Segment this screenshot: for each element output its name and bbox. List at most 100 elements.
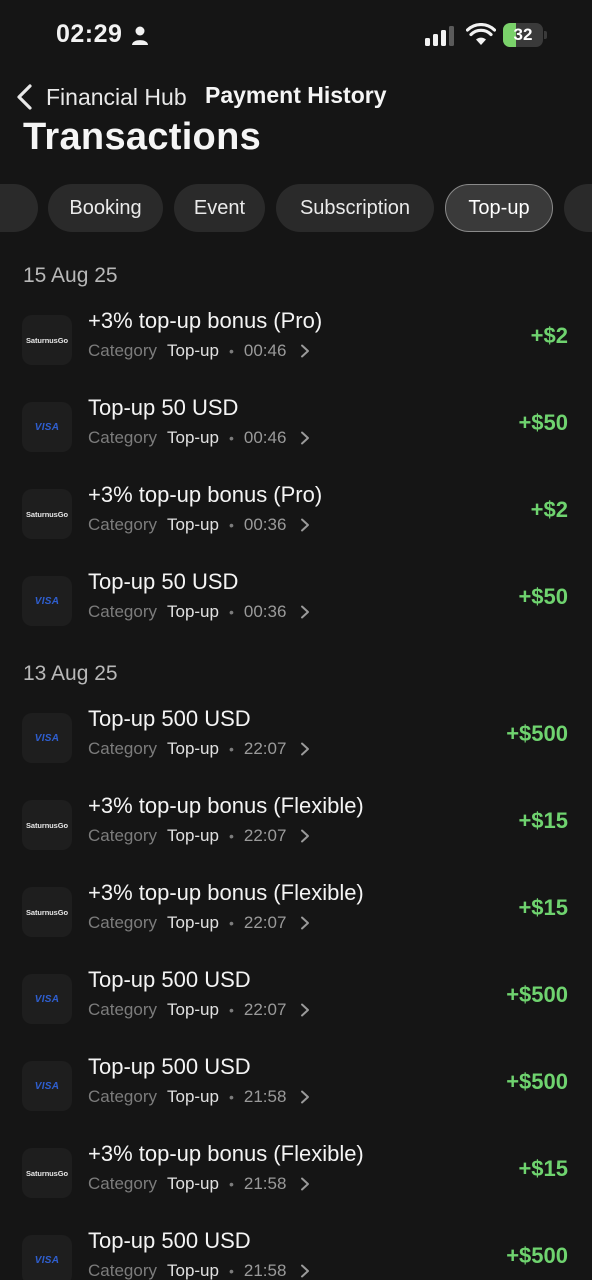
category-value: Top-up [166, 739, 219, 758]
category-value: Top-up [166, 826, 219, 845]
transaction-title: +3% top-up bonus (Flexible) [88, 1141, 364, 1166]
transaction-amount: +$50 [518, 410, 568, 435]
category-value: Top-up [166, 913, 219, 932]
transaction-title: +3% top-up bonus (Flexible) [88, 793, 364, 818]
transaction-time: 00:36 [243, 602, 287, 621]
transaction-amount: +$15 [518, 1156, 568, 1181]
transaction-amount: +$500 [506, 1069, 568, 1094]
merchant-logo: VISA [22, 713, 72, 763]
chevron-right-icon [301, 518, 310, 532]
transaction-row[interactable]: VISA Top-up 50 USD Category Top-up • 00:… [0, 566, 592, 636]
transaction-time: 00:46 [243, 428, 287, 447]
transaction-title: Top-up 500 USD [88, 1054, 251, 1079]
transaction-title: Top-up 500 USD [88, 706, 251, 731]
battery-indicator: 32 [503, 23, 547, 47]
chevron-left-icon [17, 84, 32, 110]
transaction-row[interactable]: SaturnusGo +3% top-up bonus (Flexible) C… [0, 1138, 592, 1208]
category-label: Category [88, 1087, 157, 1106]
section-date: 15 Aug 25 [23, 264, 118, 287]
category-label: Category [88, 913, 157, 932]
person-icon [132, 26, 148, 45]
transaction-time: 21:58 [243, 1261, 287, 1280]
transaction-meta: Category Top-up • 21:58 [88, 1087, 310, 1107]
category-label: Category [88, 515, 157, 534]
transaction-meta: Category Top-up • 22:07 [88, 1000, 310, 1020]
transaction-title: +3% top-up bonus (Pro) [88, 308, 323, 333]
status-bar: 02:29 32 [0, 0, 592, 70]
merchant-logo: VISA [22, 1235, 72, 1280]
merchant-logo: VISA [22, 974, 72, 1024]
category-label: Category [88, 1174, 157, 1193]
category-value: Top-up [166, 1174, 219, 1193]
merchant-logo: SaturnusGo [22, 800, 72, 850]
category-label: Category [88, 341, 157, 360]
transaction-amount: +$2 [530, 497, 568, 522]
merchant-logo: SaturnusGo [22, 887, 72, 937]
filter-chip-hidden-left[interactable] [0, 184, 38, 232]
merchant-logo: SaturnusGo [22, 489, 72, 539]
merchant-logo: SaturnusGo [22, 1148, 72, 1198]
nav-title: Payment History [205, 82, 387, 108]
chevron-right-icon [301, 916, 310, 930]
transaction-meta: Category Top-up • 22:07 [88, 913, 310, 933]
transaction-row[interactable]: VISA Top-up 500 USD Category Top-up • 21… [0, 1051, 592, 1121]
merchant-logo: VISA [22, 576, 72, 626]
transaction-row[interactable]: SaturnusGo +3% top-up bonus (Pro) Catego… [0, 305, 592, 375]
transaction-amount: +$500 [506, 1243, 568, 1268]
transaction-meta: Category Top-up • 22:07 [88, 826, 310, 846]
category-value: Top-up [166, 602, 219, 621]
transaction-row[interactable]: VISA Top-up 500 USD Category Top-up • 22… [0, 703, 592, 773]
chevron-right-icon [301, 1003, 310, 1017]
chevron-right-icon [301, 1264, 310, 1278]
merchant-logo: SaturnusGo [22, 315, 72, 365]
transaction-time: 00:36 [243, 515, 287, 534]
filter-chip-bar[interactable]: Booking Event Subscription Top-up [0, 184, 592, 234]
transaction-amount: +$50 [518, 584, 568, 609]
transaction-amount: +$2 [530, 323, 568, 348]
transaction-title: Top-up 500 USD [88, 967, 251, 992]
page-title: Transactions [23, 116, 262, 158]
transaction-title: Top-up 50 USD [88, 569, 239, 594]
filter-chip-hidden-right[interactable] [564, 184, 592, 232]
category-value: Top-up [166, 1261, 219, 1280]
transaction-meta: Category Top-up • 22:07 [88, 739, 310, 759]
transaction-row[interactable]: VISA Top-up 500 USD Category Top-up • 22… [0, 964, 592, 1034]
transaction-time: 00:46 [243, 341, 287, 360]
filter-chip-subscription[interactable]: Subscription [276, 184, 434, 232]
category-value: Top-up [166, 1000, 219, 1019]
wifi-icon [466, 23, 496, 45]
chevron-right-icon [301, 431, 310, 445]
category-label: Category [88, 1000, 157, 1019]
transaction-row[interactable]: SaturnusGo +3% top-up bonus (Flexible) C… [0, 877, 592, 947]
merchant-logo: VISA [22, 402, 72, 452]
category-value: Top-up [166, 515, 219, 534]
category-label: Category [88, 739, 157, 758]
filter-chip-event[interactable]: Event [174, 184, 265, 232]
chevron-right-icon [301, 605, 310, 619]
transaction-row[interactable]: VISA Top-up 500 USD Category Top-up • 21… [0, 1225, 592, 1280]
chevron-right-icon [301, 1090, 310, 1104]
category-value: Top-up [166, 428, 219, 447]
transaction-meta: Category Top-up • 00:36 [88, 602, 310, 622]
filter-chip-booking[interactable]: Booking [48, 184, 163, 232]
category-label: Category [88, 602, 157, 621]
transaction-meta: Category Top-up • 00:36 [88, 515, 310, 535]
transaction-meta: Category Top-up • 00:46 [88, 428, 310, 448]
transaction-meta: Category Top-up • 21:58 [88, 1261, 310, 1280]
transaction-meta: Category Top-up • 21:58 [88, 1174, 310, 1194]
back-label: Financial Hub [46, 83, 187, 110]
transaction-meta: Category Top-up • 00:46 [88, 341, 310, 361]
transaction-row[interactable]: SaturnusGo +3% top-up bonus (Pro) Catego… [0, 479, 592, 549]
chevron-right-icon [301, 344, 310, 358]
category-label: Category [88, 826, 157, 845]
chevron-right-icon [301, 1177, 310, 1191]
transaction-time: 22:07 [243, 1000, 287, 1019]
section-date: 13 Aug 25 [23, 662, 118, 685]
transaction-time: 22:07 [243, 826, 287, 845]
category-value: Top-up [166, 1087, 219, 1106]
filter-chip-top-up[interactable]: Top-up [445, 184, 553, 232]
transaction-time: 22:07 [243, 913, 287, 932]
transaction-row[interactable]: VISA Top-up 50 USD Category Top-up • 00:… [0, 392, 592, 462]
transaction-row[interactable]: SaturnusGo +3% top-up bonus (Flexible) C… [0, 790, 592, 860]
back-button[interactable]: Financial Hub [14, 80, 194, 114]
